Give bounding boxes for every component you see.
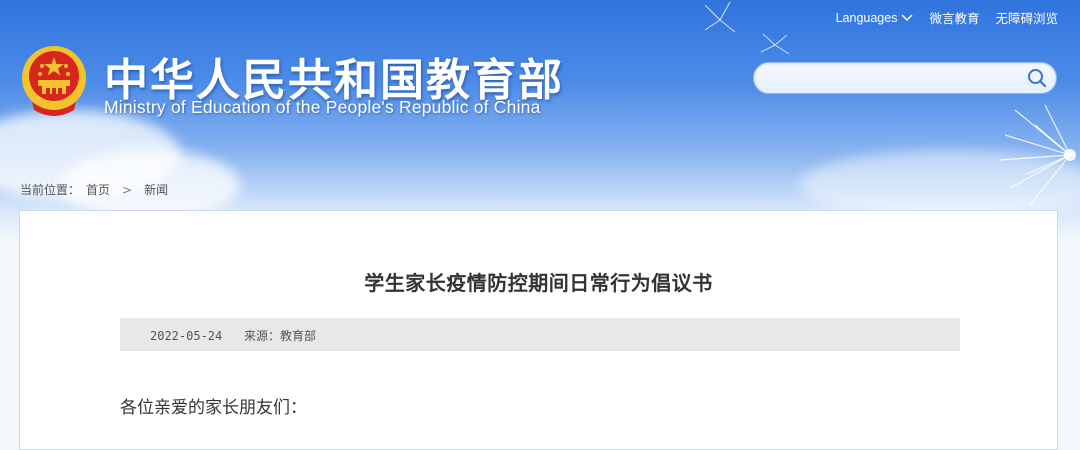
article-meta-bar: 2022-05-24 来源：教育部 [120, 318, 960, 351]
site-subtitle: Ministry of Education of the People's Re… [104, 97, 541, 117]
breadcrumb-current-link[interactable]: 新闻 [144, 181, 168, 198]
search-input[interactable] [768, 68, 1020, 90]
article-date: 2022-05-24 [150, 329, 223, 343]
article-source-label: 来源： [243, 329, 280, 343]
article-salutation: 各位亲爱的家长朋友们： [120, 398, 307, 418]
article-card: 学生家长疫情防控期间日常行为倡议书 2022-05-24 来源：教育部 各位亲爱… [19, 210, 1058, 450]
breadcrumb: 当前位置： 首页 > 新闻 [20, 181, 168, 198]
search-box [753, 62, 1057, 94]
article-source: 教育部 [279, 329, 316, 343]
languages-dropdown[interactable]: Languages [836, 11, 914, 25]
breadcrumb-prefix: 当前位置： [20, 183, 81, 197]
chevron-down-icon [901, 14, 913, 21]
dandelion-decoration [999, 104, 1076, 206]
top-links: Languages 微言教育 无障碍浏览 [836, 8, 1058, 27]
search-icon[interactable] [1026, 67, 1048, 89]
weixin-link[interactable]: 微言教育 [929, 8, 979, 27]
article-title: 学生家长疫情防控期间日常行为倡议书 [364, 271, 713, 295]
header-banner: Languages 微言教育 无障碍浏览 中华人民共和国教育部 Ministry… [0, 0, 1080, 240]
accessibility-link[interactable]: 无障碍浏览 [995, 8, 1058, 27]
languages-label: Languages [835, 10, 898, 25]
breadcrumb-separator: > [122, 182, 133, 197]
dandelion-decoration [760, 33, 790, 55]
breadcrumb-home-link[interactable]: 首页 [86, 181, 110, 198]
article-meta: 2022-05-24 来源：教育部 [150, 327, 316, 344]
national-emblem[interactable] [20, 44, 88, 116]
